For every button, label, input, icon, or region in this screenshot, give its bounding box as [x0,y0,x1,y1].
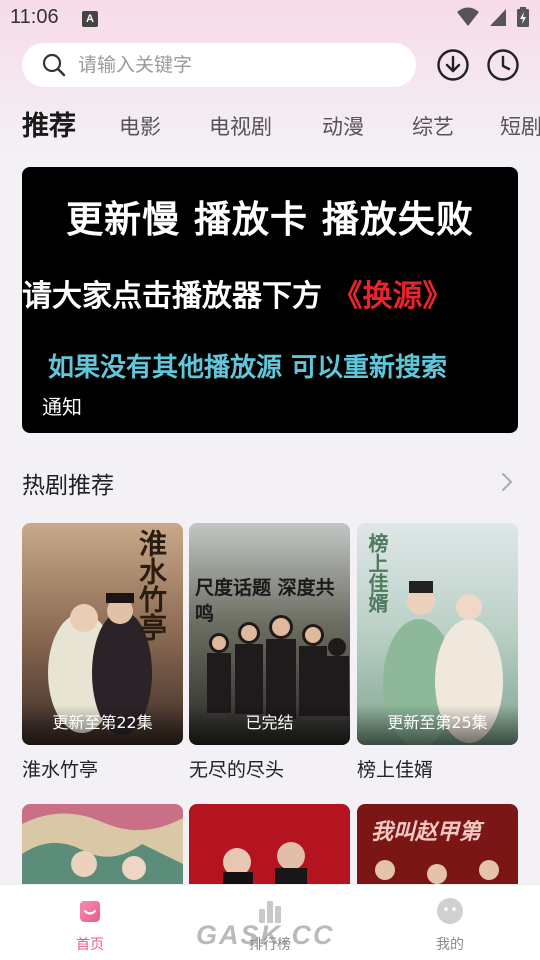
drama-card-partial[interactable] [22,804,183,884]
tab-short-drama[interactable]: 短剧 [500,104,540,150]
banner-notice-label: 通知 [42,395,82,419]
tab-variety[interactable]: 综艺 [412,104,454,150]
banner-hint: 如果没有其他播放源 可以重新搜索 [48,353,448,383]
banner-instruction: 请大家点击播放器下方 《换源》 [22,271,518,315]
chevron-right-icon[interactable] [496,470,518,494]
poster[interactable]: 榜上佳婿 更新至第25集 [357,523,518,745]
poster-tagline: 尺度话题 深度共鸣 [195,577,335,625]
search-bar[interactable] [22,43,416,87]
battery-icon [517,7,529,27]
tab-tv[interactable]: 电视剧 [209,104,272,150]
poster-title-art: 榜上佳婿 [365,533,389,613]
poster[interactable]: 淮水竹亭 更新至第22集 [22,523,183,745]
poster-title-art: 我叫赵甲第 [371,819,482,845]
download-icon[interactable] [436,48,470,82]
poster[interactable]: 尺度话题 深度共鸣 已完结 [189,523,350,745]
banner-instruction-text: 请大家点击播放器下方 [22,279,333,314]
nav-home[interactable]: 首页 [30,885,150,960]
drama-title: 淮水竹亭 [22,759,99,781]
section-title: 热剧推荐 [22,473,114,499]
tab-movie[interactable]: 电影 [119,104,161,150]
episode-status: 更新至第25集 [357,705,518,745]
nav-label: 首页 [76,937,104,953]
search-icon [42,53,66,77]
banner-switch-source: 《换源》 [332,279,453,314]
tab-recommend[interactable]: 推荐 [22,104,76,150]
poster-image [22,804,183,884]
category-tabs: 推荐 电影 电视剧 动漫 综艺 短剧 [0,104,540,150]
tab-anime[interactable]: 动漫 [322,104,364,150]
drama-card[interactable]: 尺度话题 深度共鸣 已完结 无尽的尽头 [189,523,350,782]
watermark: GASK.CC [196,920,335,950]
status-icons [456,6,530,28]
drama-title: 榜上佳婿 [357,759,434,781]
poster-image [189,804,350,884]
drama-card-partial[interactable] [189,804,350,884]
drama-title: 无尽的尽头 [189,759,285,781]
home-icon [80,901,100,922]
notice-banner[interactable]: 更新慢 播放卡 播放失败 请大家点击播放器下方 《换源》 如果没有其他播放源 可… [22,167,518,433]
episode-status: 已完结 [189,705,350,745]
poster-title-art: 淮水竹亭 [135,529,168,641]
status-bar: 11:06 A [0,0,540,38]
signal-icon [490,9,506,26]
nav-profile[interactable]: 我的 [390,885,510,960]
episode-status: 更新至第22集 [22,705,183,745]
profile-icon [437,898,463,924]
nav-label: 我的 [436,937,464,953]
drama-card-partial[interactable]: 我叫赵甲第 [357,804,518,884]
notification-icon: A [82,11,98,27]
drama-card[interactable]: 淮水竹亭 更新至第22集 淮水竹亭 [22,523,183,782]
wifi-icon [457,7,479,26]
history-icon[interactable] [486,48,520,82]
drama-card[interactable]: 榜上佳婿 更新至第25集 榜上佳婿 [357,523,518,782]
status-time: 11:06 [10,6,59,28]
banner-headline: 更新慢 播放卡 播放失败 [66,198,474,241]
search-input[interactable] [78,43,398,87]
